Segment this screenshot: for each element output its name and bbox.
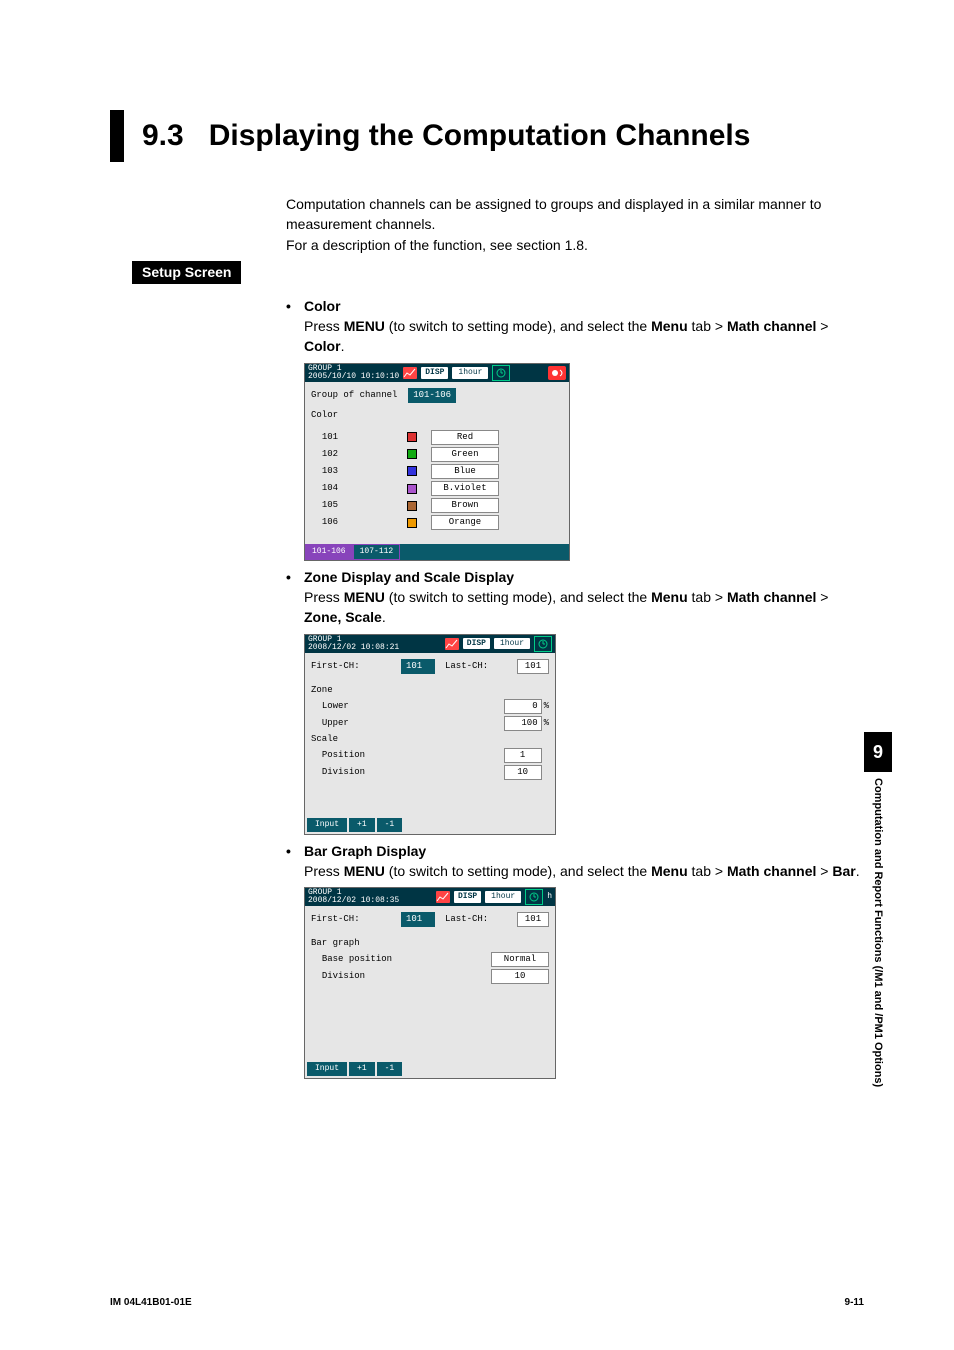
basepos-value[interactable]: Normal — [491, 952, 549, 967]
footer-right: 9-11 — [845, 1297, 864, 1308]
swatch-bviolet — [407, 484, 417, 494]
intro-paragraph-1: Computation channels can be assigned to … — [286, 194, 864, 235]
first-ch-label: First-CH: — [311, 913, 401, 926]
graph-icon — [445, 637, 459, 651]
time-pill: 1hour — [494, 638, 530, 650]
swatch-red — [407, 432, 417, 442]
softkey-minus1[interactable]: -1 — [377, 818, 403, 832]
footer-left: IM 04L41B01-01E — [110, 1297, 192, 1308]
bullet-bar: • Bar Graph Display — [286, 841, 864, 861]
time-pill: 1hour — [452, 367, 488, 379]
bullet-dot: • — [286, 841, 304, 861]
group-of-channel-value[interactable]: 101-106 — [408, 388, 456, 403]
softkey-bar: Input +1 -1 — [305, 818, 555, 834]
division-value[interactable]: 10 — [491, 969, 549, 984]
lower-value[interactable]: 0 — [504, 699, 542, 714]
tab-107-112[interactable]: 107-112 — [353, 544, 401, 560]
disp-pill: DISP — [421, 367, 448, 379]
section-title-text: Displaying the Computation Channels — [209, 119, 751, 152]
color-name-105[interactable]: Brown — [431, 498, 499, 513]
bullet-dot: • — [286, 296, 304, 316]
graph-icon — [403, 366, 417, 380]
screenshot-zone-header: GROUP 1 2008/12/02 10:08:21 DISP 1hour — [305, 635, 555, 653]
bullet-color: • Color — [286, 296, 864, 316]
section-number: 9.3 — [142, 119, 184, 152]
screenshot-color-header: GROUP 1 2005/10/10 10:10:10 DISP 1hour — [305, 364, 569, 382]
screenshot-bar: GROUP 1 2008/12/02 10:08:35 DISP 1hour h… — [304, 887, 556, 1079]
swatch-orange — [407, 518, 417, 528]
softkey-input[interactable]: Input — [307, 1062, 347, 1076]
last-ch-label: Last-CH: — [445, 660, 488, 673]
bullet-bar-text: Press MENU (to switch to setting mode), … — [304, 861, 864, 881]
zone-label: Zone — [311, 684, 333, 697]
bullet-color-title: Color — [304, 296, 341, 316]
color-name-102[interactable]: Green — [431, 447, 499, 462]
screenshot-color-tabs: 101-106107-112 — [305, 544, 569, 560]
intro-paragraph-2: For a description of the function, see s… — [286, 235, 864, 255]
clock-icon — [534, 636, 552, 652]
tab-101-106[interactable]: 101-106 — [305, 544, 353, 560]
clock-icon — [525, 889, 543, 905]
upper-value[interactable]: 100 — [504, 716, 542, 731]
first-ch-label: First-CH: — [311, 660, 401, 673]
screenshot-bar-header: GROUP 1 2008/12/02 10:08:35 DISP 1hour h — [305, 888, 555, 906]
side-tab-number: 9 — [864, 732, 892, 772]
record-icon — [548, 366, 566, 380]
last-ch-label: Last-CH: — [445, 913, 488, 926]
first-ch-value[interactable]: 101 — [401, 912, 435, 927]
screenshot-zone: GROUP 1 2008/12/02 10:08:21 DISP 1hour F… — [304, 634, 556, 835]
clock-icon — [492, 365, 510, 381]
color-name-104[interactable]: B.violet — [431, 481, 499, 496]
bullet-zone: • Zone Display and Scale Display — [286, 567, 864, 587]
swatch-blue — [407, 466, 417, 476]
bullet-zone-text: Press MENU (to switch to setting mode), … — [304, 587, 864, 628]
bargraph-label: Bar graph — [311, 937, 360, 950]
heading-bar — [110, 110, 124, 162]
graph-icon — [436, 890, 450, 904]
bullet-bar-title: Bar Graph Display — [304, 841, 426, 861]
bullet-color-text: Press MENU (to switch to setting mode), … — [304, 316, 864, 357]
disp-pill: DISP — [454, 891, 481, 903]
color-field-label: Color — [311, 409, 338, 422]
setup-screen-label: Setup Screen — [132, 261, 241, 284]
first-ch-value[interactable]: 101 — [401, 659, 435, 674]
softkey-bar: Input +1 -1 — [305, 1062, 555, 1078]
color-name-101[interactable]: Red — [431, 430, 499, 445]
swatch-brown — [407, 501, 417, 511]
section-heading: 9.3 Displaying the Computation Channels — [110, 110, 864, 162]
color-name-103[interactable]: Blue — [431, 464, 499, 479]
swatch-green — [407, 449, 417, 459]
time-pill: 1hour — [485, 891, 521, 903]
softkey-minus1[interactable]: -1 — [377, 1062, 403, 1076]
page-footer: IM 04L41B01-01E 9-11 — [110, 1297, 864, 1308]
disp-pill: DISP — [463, 638, 490, 650]
softkey-input[interactable]: Input — [307, 818, 347, 832]
color-name-106[interactable]: Orange — [431, 515, 499, 530]
bullet-dot: • — [286, 567, 304, 587]
screenshot-color: GROUP 1 2005/10/10 10:10:10 DISP 1hour — [304, 363, 570, 561]
bullet-zone-title: Zone Display and Scale Display — [304, 567, 514, 587]
group-of-channel-label: Group of channel — [311, 389, 397, 402]
side-tab-text: Computation and Report Functions (/M1 an… — [872, 778, 884, 1087]
last-ch-value[interactable]: 101 — [517, 659, 549, 674]
softkey-plus1[interactable]: +1 — [349, 818, 375, 832]
division-value[interactable]: 10 — [504, 765, 542, 780]
softkey-plus1[interactable]: +1 — [349, 1062, 375, 1076]
section-title: 9.3 Displaying the Computation Channels — [142, 119, 750, 153]
scale-label: Scale — [311, 733, 338, 746]
side-tab: 9 Computation and Report Functions (/M1 … — [864, 732, 892, 1087]
last-ch-value[interactable]: 101 — [517, 912, 549, 927]
position-value[interactable]: 1 — [504, 748, 542, 763]
